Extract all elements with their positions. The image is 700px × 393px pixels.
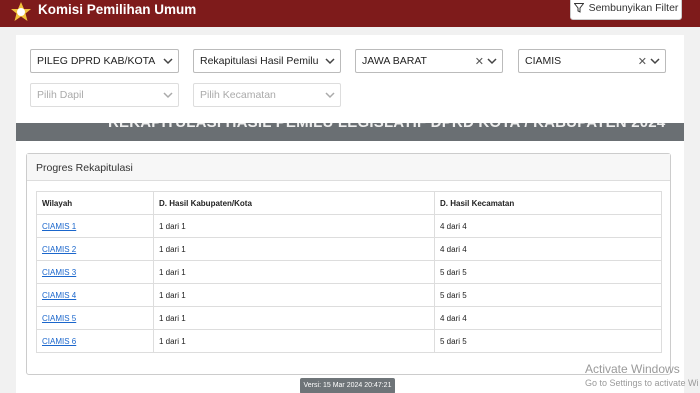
wilayah-link[interactable]: CIAMIS 5 xyxy=(42,314,76,323)
regency-value: CIAMIS xyxy=(525,55,562,67)
version-badge: Versi: 15 Mar 2024 20:47:21 xyxy=(300,378,395,393)
chevron-down-icon xyxy=(163,58,173,65)
kabupaten-progress-cell: 1 dari 1 xyxy=(153,214,435,238)
kecamatan-progress-cell: 4 dari 4 xyxy=(434,214,662,238)
kecamatan-select[interactable]: Pilih Kecamatan xyxy=(193,83,341,107)
hide-filter-label: Sembunyikan Filter xyxy=(588,2,679,14)
wilayah-link[interactable]: CIAMIS 2 xyxy=(42,245,76,254)
wilayah-cell: CIAMIS 4 xyxy=(36,283,154,307)
wilayah-link[interactable]: CIAMIS 6 xyxy=(42,337,76,346)
table-row: CIAMIS 6 1 dari 1 5 dari 5 xyxy=(36,329,662,353)
clear-province-icon[interactable]: ✕ xyxy=(475,55,484,68)
chevron-down-icon xyxy=(650,58,660,65)
kabupaten-progress-cell: 1 dari 1 xyxy=(153,260,435,284)
chevron-down-icon xyxy=(487,58,497,65)
table-row: CIAMIS 5 1 dari 1 4 dari 4 xyxy=(36,306,662,330)
progress-card-title: Progres Rekapitulasi xyxy=(27,154,670,181)
table-row: CIAMIS 4 1 dari 1 5 dari 5 xyxy=(36,283,662,307)
column-header-wilayah: Wilayah xyxy=(36,191,154,215)
wilayah-cell: CIAMIS 2 xyxy=(36,237,154,261)
wilayah-link[interactable]: CIAMIS 4 xyxy=(42,291,76,300)
column-header-kecamatan: D. Hasil Kecamatan xyxy=(434,191,662,215)
wilayah-cell: CIAMIS 1 xyxy=(36,214,154,238)
election-type-select[interactable]: PILEG DPRD KAB/KOTA xyxy=(30,49,179,73)
dapil-select[interactable]: Pilih Dapil xyxy=(30,83,179,107)
kabupaten-progress-cell: 1 dari 1 xyxy=(153,329,435,353)
wilayah-cell: CIAMIS 5 xyxy=(36,306,154,330)
wilayah-link[interactable]: CIAMIS 3 xyxy=(42,268,76,277)
province-value: JAWA BARAT xyxy=(362,55,427,67)
wilayah-cell: CIAMIS 3 xyxy=(36,260,154,284)
top-navbar: Komisi Pemilihan Umum Sembunyikan Filter xyxy=(0,0,700,27)
kpu-logo-icon[interactable] xyxy=(10,1,32,23)
province-select[interactable]: JAWA BARAT ✕ xyxy=(355,49,503,73)
kecamatan-progress-cell: 5 dari 5 xyxy=(434,260,662,284)
election-type-value: PILEG DPRD KAB/KOTA xyxy=(37,55,156,67)
kecamatan-progress-cell: 4 dari 4 xyxy=(434,237,662,261)
banner-title: REKAPITULASI HASIL PEMILU LEGISLATIF DPR… xyxy=(108,123,665,131)
report-type-value: Rekapitulasi Hasil Pemilu xyxy=(200,55,319,67)
activate-windows-title: Activate Windows xyxy=(585,362,680,376)
dapil-placeholder: Pilih Dapil xyxy=(37,89,84,101)
chevron-down-icon xyxy=(163,92,173,99)
progress-table: Wilayah D. Hasil Kabupaten/Kota D. Hasil… xyxy=(36,191,662,353)
chevron-down-icon xyxy=(325,58,335,65)
kecamatan-progress-cell: 5 dari 5 xyxy=(434,329,662,353)
column-header-kabupaten: D. Hasil Kabupaten/Kota xyxy=(153,191,435,215)
clear-regency-icon[interactable]: ✕ xyxy=(638,55,647,68)
chevron-down-icon xyxy=(325,92,335,99)
table-row: CIAMIS 2 1 dari 1 4 dari 4 xyxy=(36,237,662,261)
regency-select[interactable]: CIAMIS ✕ xyxy=(518,49,666,73)
page-banner: REKAPITULASI HASIL PEMILU LEGISLATIF DPR… xyxy=(16,123,684,141)
kecamatan-progress-cell: 4 dari 4 xyxy=(434,306,662,330)
activate-windows-subtitle: Go to Settings to activate Wi xyxy=(585,378,699,388)
table-header-row: Wilayah D. Hasil Kabupaten/Kota D. Hasil… xyxy=(36,191,662,215)
report-type-select[interactable]: Rekapitulasi Hasil Pemilu xyxy=(193,49,341,73)
wilayah-cell: CIAMIS 6 xyxy=(36,329,154,353)
kecamatan-progress-cell: 5 dari 5 xyxy=(434,283,662,307)
table-row: CIAMIS 1 1 dari 1 4 dari 4 xyxy=(36,214,662,238)
table-row: CIAMIS 3 1 dari 1 5 dari 5 xyxy=(36,260,662,284)
hide-filter-button[interactable]: Sembunyikan Filter xyxy=(570,0,682,20)
wilayah-link[interactable]: CIAMIS 1 xyxy=(42,222,76,231)
kabupaten-progress-cell: 1 dari 1 xyxy=(153,306,435,330)
kabupaten-progress-cell: 1 dari 1 xyxy=(153,283,435,307)
brand-name[interactable]: Komisi Pemilihan Umum xyxy=(38,2,196,17)
progress-card: Progres Rekapitulasi Wilayah D. Hasil Ka… xyxy=(26,153,671,375)
kabupaten-progress-cell: 1 dari 1 xyxy=(153,237,435,261)
kecamatan-placeholder: Pilih Kecamatan xyxy=(200,89,276,101)
filter-icon xyxy=(573,3,584,13)
